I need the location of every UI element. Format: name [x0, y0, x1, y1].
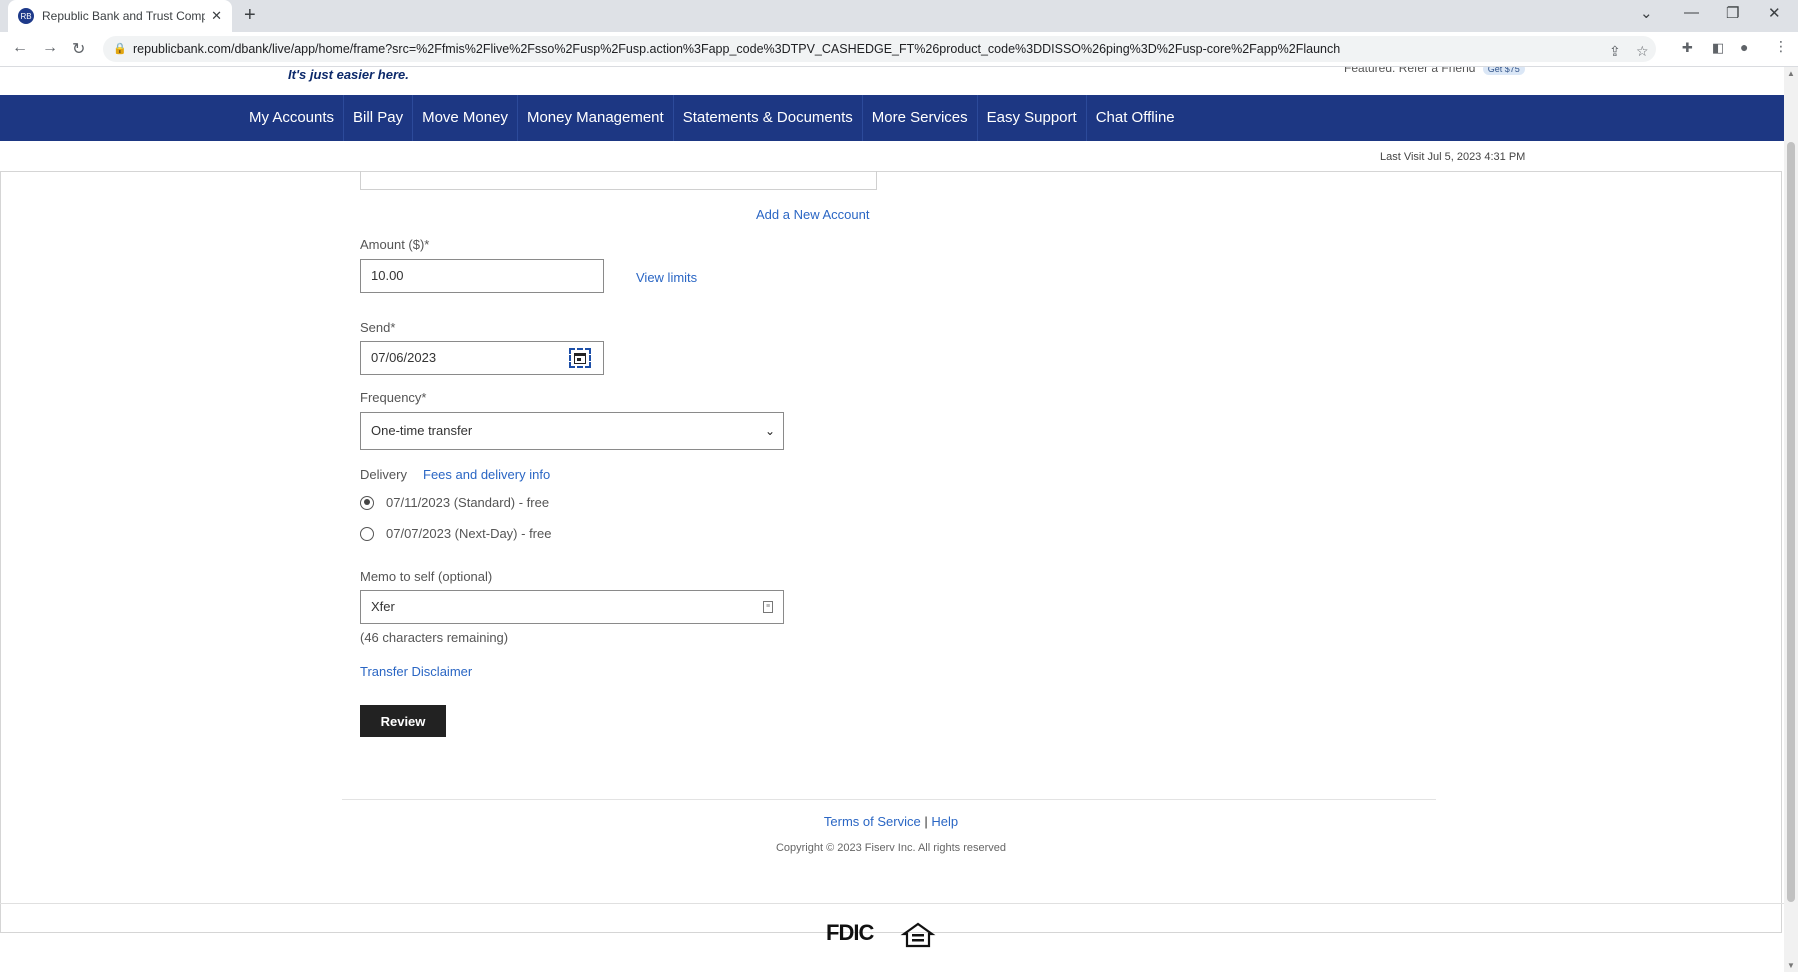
radio-unselected[interactable]	[360, 526, 374, 541]
nav-my-accounts[interactable]: My Accounts	[240, 95, 345, 141]
fdic-logo: FDIC	[826, 920, 874, 945]
lock-icon: 🔒	[113, 43, 127, 55]
memo-input[interactable]: Xfer ≡	[360, 590, 784, 624]
nav-money-management[interactable]: Money Management	[518, 95, 674, 141]
reload-icon[interactable]: ↻	[72, 39, 85, 59]
memo-label: Memo to self (optional)	[360, 569, 493, 584]
chevron-down-icon: ⌄	[764, 424, 775, 438]
url-text: republicbank.com/dbank/live/app/home/fra…	[133, 42, 1341, 56]
page-scrollbar[interactable]: ▲ ▼	[1784, 67, 1798, 972]
extensions-icon[interactable]: ✚	[1682, 40, 1693, 56]
send-date-value: 07/06/2023	[371, 350, 437, 365]
amount-label: Amount ($)*	[360, 237, 430, 252]
send-label: Send*	[360, 320, 396, 335]
featured-promo: Featured: Refer a Friend Get $75	[1344, 67, 1525, 75]
review-button[interactable]: Review	[360, 705, 446, 737]
frequency-label: Frequency*	[360, 390, 427, 405]
nav-bill-pay[interactable]: Bill Pay	[344, 95, 414, 141]
memo-remaining-count: (46 characters remaining)	[360, 630, 509, 645]
delivery-option-label: 07/11/2023 (Standard) - free	[386, 495, 550, 510]
footer-links: Terms of Service | Help	[0, 814, 1782, 829]
nav-move-money[interactable]: Move Money	[413, 95, 518, 141]
scroll-up-icon[interactable]: ▲	[1787, 69, 1795, 78]
url-bar[interactable]: 🔒 republicbank.com/dbank/live/app/home/f…	[103, 36, 1656, 62]
frequency-select[interactable]: One-time transfer ⌄	[360, 412, 784, 450]
browser-tab-bar: RB Republic Bank and Trust Compar ✕ + ⌄ …	[0, 0, 1798, 32]
radio-selected[interactable]	[360, 495, 374, 510]
nav-easy-support[interactable]: Easy Support	[978, 95, 1087, 141]
view-limits-link[interactable]: View limits	[636, 270, 697, 285]
page: It's just easier here. Featured: Refer a…	[0, 67, 1784, 972]
minimize-icon[interactable]: —	[1684, 4, 1699, 21]
copyright: Copyright © 2023 Fiserv Inc. All rights …	[775, 842, 1007, 854]
help-link[interactable]: Help	[931, 814, 958, 829]
featured-label: Featured:	[1344, 67, 1396, 75]
bottom-divider	[0, 903, 1784, 904]
bank-tagline: It's just easier here.	[288, 67, 409, 82]
tab-search-icon[interactable]: ⌄	[1640, 4, 1653, 22]
browser-menu-icon[interactable]: ⋮	[1774, 38, 1788, 55]
share-icon[interactable]: ⇪	[1609, 43, 1621, 60]
new-tab-icon[interactable]: +	[244, 5, 256, 25]
delivery-label: Delivery	[360, 467, 407, 482]
side-panel-icon[interactable]: ◧	[1712, 40, 1724, 56]
bank-favicon-icon: RB	[18, 8, 34, 24]
calendar-icon[interactable]	[569, 348, 591, 368]
amount-input[interactable]: 10.00	[360, 259, 604, 293]
refer-friend-link[interactable]: Refer a Friend	[1399, 67, 1476, 75]
transfer-disclaimer-link[interactable]: Transfer Disclaimer	[360, 664, 472, 679]
nav-more-services[interactable]: More Services	[863, 95, 978, 141]
profile-icon[interactable]: ●	[1740, 39, 1748, 55]
delivery-option-label: 07/07/2023 (Next-Day) - free	[386, 526, 552, 541]
back-icon[interactable]: ←	[12, 39, 28, 57]
scroll-down-icon[interactable]: ▼	[1787, 961, 1795, 970]
footer-separator: |	[924, 814, 928, 829]
scroll-thumb[interactable]	[1787, 142, 1795, 902]
delivery-option-standard[interactable]: 07/11/2023 (Standard) - free	[360, 495, 549, 510]
memo-value: Xfer	[371, 599, 395, 614]
terms-of-service-link[interactable]: Terms of Service	[824, 814, 921, 829]
tab-title: Republic Bank and Trust Compar	[42, 9, 206, 23]
main-nav: My Accounts Bill Pay Move Money Money Ma…	[0, 95, 1784, 141]
restore-icon[interactable]: ❐	[1726, 4, 1739, 22]
bookmark-star-icon[interactable]: ☆	[1636, 43, 1649, 60]
close-tab-icon[interactable]: ✕	[211, 8, 222, 24]
forward-icon[interactable]: →	[42, 39, 58, 57]
send-date-field[interactable]: 07/06/2023	[360, 341, 604, 375]
window-close-icon[interactable]: ✕	[1768, 4, 1781, 22]
fees-delivery-info-link[interactable]: Fees and delivery info	[423, 467, 550, 482]
equal-housing-lender-icon	[900, 922, 936, 953]
footer-divider	[342, 799, 1436, 800]
address-bar-row: ← → ↻ 🔒 republicbank.com/dbank/live/app/…	[0, 32, 1798, 67]
delivery-option-next-day[interactable]: 07/07/2023 (Next-Day) - free	[360, 526, 551, 541]
browser-tab[interactable]: RB Republic Bank and Trust Compar ✕	[8, 0, 232, 32]
previous-field-bottom	[360, 171, 877, 190]
last-visit: Last Visit Jul 5, 2023 4:31 PM	[1380, 151, 1526, 163]
nav-statements-documents[interactable]: Statements & Documents	[674, 95, 863, 141]
add-new-account-link[interactable]: Add a New Account	[756, 207, 869, 222]
frequency-value: One-time transfer	[371, 423, 473, 438]
promo-badge[interactable]: Get $75	[1482, 67, 1525, 75]
autofill-icon[interactable]: ≡	[763, 601, 773, 613]
nav-chat-offline[interactable]: Chat Offline	[1087, 95, 1184, 141]
